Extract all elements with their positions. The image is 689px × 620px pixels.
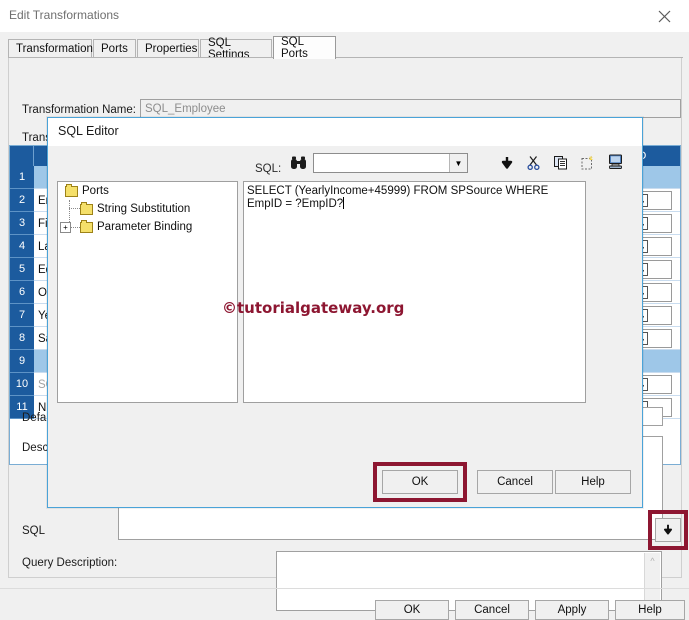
tree-connector-h1: [69, 208, 80, 209]
cancel-button[interactable]: Cancel: [455, 600, 529, 620]
tree-node-label: String Substitution: [97, 203, 191, 215]
sql-text: SELECT (YearlyIncome+45999) FROM SPSourc…: [247, 185, 549, 210]
tab-ports[interactable]: Ports: [93, 39, 136, 58]
footer-divider: [0, 588, 689, 589]
sql-label: SQL: [22, 525, 46, 537]
tree-node-parameter-binding[interactable]: Parameter Binding: [80, 219, 193, 233]
window-title: Edit Transformations: [9, 8, 120, 22]
dialog-help-button[interactable]: Help: [555, 470, 631, 494]
row-number: 5: [10, 258, 34, 281]
sql-copy-icon[interactable]: [553, 155, 573, 175]
tree-node-ports[interactable]: Ports: [65, 183, 109, 197]
scroll-up-icon[interactable]: ^: [648, 556, 657, 566]
query-description-label: Query Description:: [22, 557, 118, 569]
binoculars-icon[interactable]: [289, 155, 309, 173]
row-number: 1: [10, 166, 34, 189]
folder-icon: [80, 201, 93, 215]
sql-combo-label: SQL:: [255, 163, 282, 175]
tree-expander-icon[interactable]: +: [60, 222, 71, 233]
row-number: 4: [10, 235, 34, 258]
tab-sql-ports[interactable]: SQL Ports: [273, 36, 336, 60]
tab-transformation[interactable]: Transformation: [8, 39, 93, 58]
close-icon[interactable]: [647, 3, 681, 29]
sql-paste-icon[interactable]: [580, 155, 600, 175]
sql-combo[interactable]: ▼: [313, 153, 468, 173]
transformation-name-label: Transformation Name:: [22, 104, 136, 116]
row-number: 10: [10, 373, 34, 396]
ok-button[interactable]: OK: [375, 600, 449, 620]
tabstrip: Transformation Ports Properties SQL Sett…: [8, 36, 683, 61]
sql-text-editor[interactable]: SELECT (YearlyIncome+45999) FROM SPSourc…: [243, 181, 586, 403]
row-number: 2: [10, 189, 34, 212]
watermark: ©tutorialgateway.org: [222, 299, 405, 317]
tab-properties[interactable]: Properties: [137, 39, 199, 58]
dialog-cancel-button[interactable]: Cancel: [477, 470, 553, 494]
row-number: 3: [10, 212, 34, 235]
tree-node-label: Parameter Binding: [97, 221, 193, 233]
apply-button[interactable]: Apply: [535, 600, 609, 620]
grid-header-rownum: [10, 146, 34, 166]
sql-cut-icon[interactable]: [526, 155, 546, 175]
app-root: Edit Transformations Transformation Port…: [0, 0, 689, 620]
dialog-ok-highlight: [373, 462, 467, 502]
help-button[interactable]: Help: [615, 600, 685, 620]
row-number: 7: [10, 304, 34, 327]
row-port-name: O: [38, 286, 47, 299]
ports-tree[interactable]: Ports String Substitution + Parameter Bi…: [57, 181, 238, 403]
expand-sql-highlight: [648, 510, 688, 550]
transformation-name-field[interactable]: SQL_Employee: [140, 99, 681, 118]
row-number: 6: [10, 281, 34, 304]
row-number: 9: [10, 350, 34, 373]
sql-print-icon[interactable]: [607, 153, 627, 173]
text-caret: [343, 197, 345, 209]
sql-arrow-down-icon[interactable]: [499, 155, 519, 175]
chevron-down-icon[interactable]: ▼: [449, 154, 467, 172]
folder-icon: [80, 219, 93, 233]
row-number: 8: [10, 327, 34, 350]
sql-editor-titlebar: SQL Editor: [48, 118, 642, 146]
tree-node-string-substitution[interactable]: String Substitution: [80, 201, 191, 215]
tab-sql-settings[interactable]: SQL Settings: [200, 37, 272, 61]
window-titlebar: Edit Transformations: [0, 0, 689, 32]
folder-icon: [65, 183, 78, 197]
tree-node-label: Ports: [82, 185, 109, 197]
sql-editor-title: SQL Editor: [58, 124, 119, 138]
